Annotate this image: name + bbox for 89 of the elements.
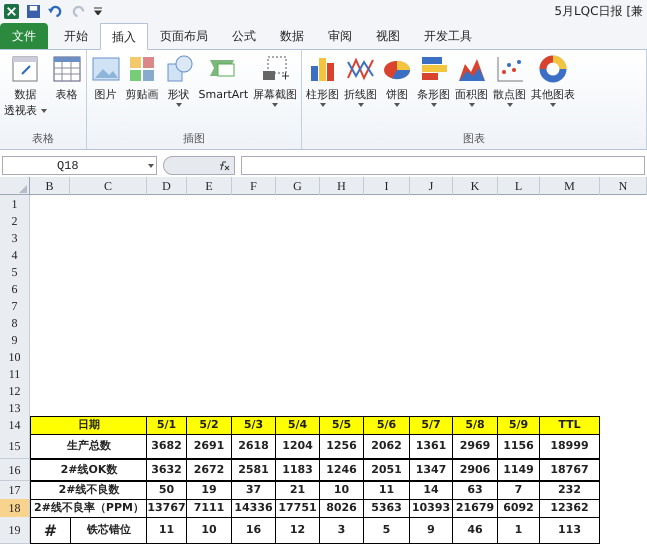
ribbon-tab[interactable]: 数据 [268,23,316,49]
ribbon-button[interactable]: 饼图 [380,54,414,131]
ribbon-button[interactable]: 剪贴画 [124,54,160,131]
ribbon-tab[interactable]: 公式 [220,23,268,49]
column-header[interactable]: K [453,177,498,195]
ribbon-button[interactable]: 面积图 [453,54,490,131]
table-cell: 18767 [539,459,600,481]
table-cell: 50 [146,481,187,500]
row-header[interactable]: 15 [0,434,30,459]
table-cell: 18999 [539,434,600,459]
formula-input[interactable] [241,156,645,175]
column-header[interactable]: I [364,177,410,195]
table-cell: 2672 [186,459,232,481]
ribbon-group-label: 表格 [30,131,55,147]
table-cell: 2#线OK数 [30,459,148,481]
column-header[interactable]: H [320,177,364,195]
ribbon-tab[interactable]: 开始 [52,23,100,49]
table-header-cell: 5/4 [275,416,320,435]
spreadsheet-app-icon[interactable] [4,4,19,18]
column-header[interactable]: G [276,177,320,195]
ribbon-tab[interactable]: 审阅 [316,23,364,49]
save-icon[interactable] [27,4,40,18]
ribbon-button[interactable]: 其他图表 [529,54,578,131]
column-header[interactable]: L [498,177,540,195]
column-header[interactable]: D [147,177,187,195]
ribbon-group-label: 插图 [182,131,206,147]
customize-toolbar-icon[interactable] [94,7,102,15]
column-header[interactable]: C [70,177,147,195]
table-cell: 3632 [146,459,187,481]
table-header-cell: 5/8 [452,416,498,435]
table-header-cell: 5/6 [363,416,410,435]
table-cell: 2581 [231,459,276,481]
table-cell: 1246 [319,459,364,481]
row-header[interactable]: 18 [0,499,30,518]
row-header[interactable]: 19 [0,517,30,544]
table-cell: # [30,517,71,544]
ribbon-button[interactable]: 柱形图 [304,54,342,131]
name-box[interactable]: Q18 [2,156,157,175]
table-cell: 232 [539,481,600,500]
column-header[interactable]: M [540,177,600,195]
ribbon-button[interactable]: 数据 透视表 [2,54,48,131]
table-header-cell: 5/9 [497,416,540,435]
ribbon-button[interactable]: 折线图 [342,54,380,131]
ribbon-button[interactable]: 形状 [162,54,196,131]
table-header-cell: 5/5 [319,416,364,435]
table-header-cell: 日期 [30,416,148,435]
table-icon [52,54,82,84]
ribbon-tab[interactable]: 页面布局 [148,23,220,49]
table-cell: 1183 [275,459,320,481]
row-header[interactable]: 17 [0,481,30,500]
table-cell: 2906 [452,459,498,481]
ribbon-button[interactable]: SmartArt [196,54,250,131]
table-cell: 11 [146,517,187,544]
ribbon-tab[interactable]: 视图 [364,23,412,49]
table-header-cell: 5/2 [186,416,232,435]
column-header[interactable]: B [30,177,70,195]
table-cell: 113 [539,517,600,544]
ribbon-button[interactable]: 屏幕截图 [251,54,300,131]
row-header[interactable]: 16 [0,459,30,481]
ribbon-tab[interactable]: 开发工具 [412,23,484,49]
ribbon-group-label: 图表 [462,131,486,147]
scatter-chart-icon [494,54,525,84]
ribbon-button[interactable]: 表格 [50,54,84,131]
table-header-cell: 5/1 [146,416,187,435]
table-cell: 2#线不良数 [30,481,148,500]
column-header[interactable]: J [410,177,453,195]
ribbon-button[interactable]: 图片 [88,54,122,131]
undo-icon[interactable] [48,4,63,18]
window-title: 5月LQC日报 [兼 [554,3,643,20]
table-header-cell: 5/3 [231,416,276,435]
clip-art-icon [127,54,157,84]
row-header[interactable]: 14 [0,416,30,435]
table-cell: 13767 [146,499,187,518]
table-header-cell: 5/7 [409,416,453,435]
table-cell: 生产总数 [30,434,148,459]
table-cell: 3682 [146,434,187,459]
file-tab[interactable]: 文件 [0,23,48,49]
table-cell: 1347 [409,459,453,481]
column-header[interactable]: F [232,177,276,195]
donut-chart-icon [538,54,568,84]
table-header-cell: TTL [539,416,600,435]
ribbon-tab[interactable]: 插入 [100,23,148,50]
caret-icon [148,164,154,168]
table-cell: 2051 [363,459,410,481]
ribbon-button[interactable]: 条形图 [415,54,452,131]
table-cell: 1149 [497,459,540,481]
column-header[interactable]: N [600,177,647,195]
column-header[interactable]: E [187,177,232,195]
ribbon-button[interactable]: 散点图 [491,54,528,131]
